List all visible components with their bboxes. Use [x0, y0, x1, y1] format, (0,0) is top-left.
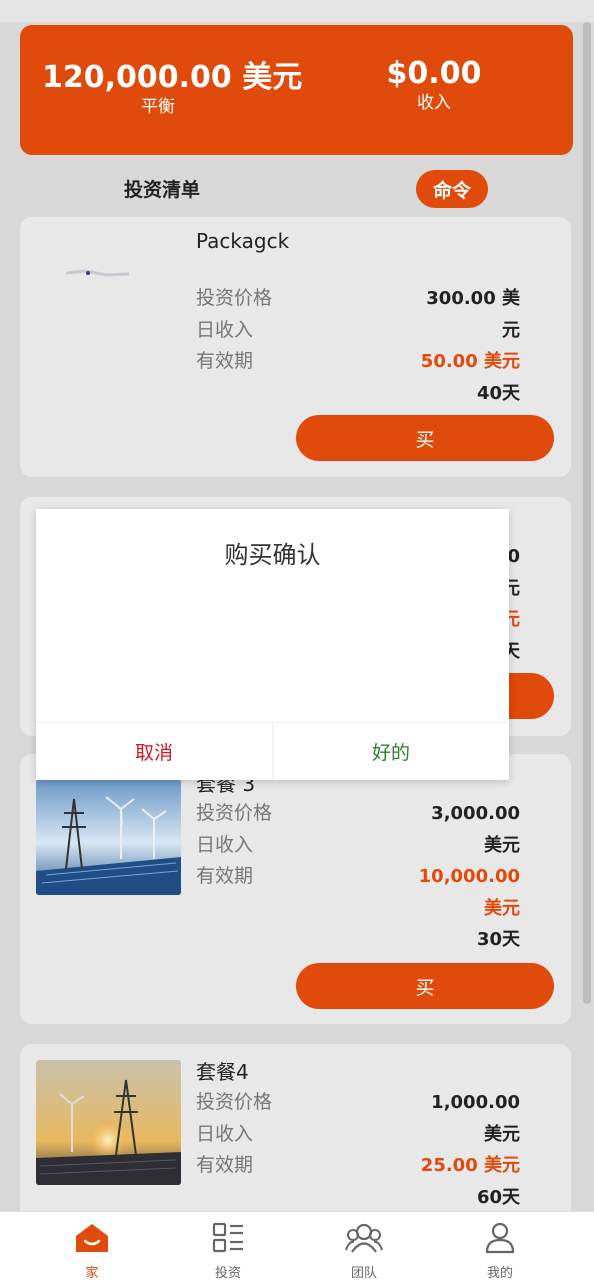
tab-mine-label: 我的	[486, 1266, 513, 1281]
daily-income-label: 日收入	[196, 1122, 254, 1145]
bottom-tab-bar: 家 投资 团队 我的	[0, 1211, 594, 1285]
home-icon	[76, 1224, 108, 1252]
team-icon	[345, 1223, 383, 1253]
order-button[interactable]: 命令	[416, 170, 488, 208]
scrollbar[interactable]	[583, 22, 591, 1004]
price-value: 1,000.00	[431, 1092, 520, 1113]
price-unit: 元	[502, 319, 520, 341]
user-icon	[485, 1222, 515, 1254]
package-image	[36, 233, 181, 358]
validity-label: 有效期	[196, 1154, 254, 1176]
package-labels: 投资价格 日收入 有效期	[196, 798, 272, 893]
buy-button[interactable]: 买	[296, 963, 554, 1009]
tab-invest-label: 投资	[214, 1266, 241, 1281]
tab-team[interactable]: 团队	[290, 1212, 438, 1285]
validity-value: 40天	[476, 382, 520, 404]
account-summary-card: 120,000.00 美元 平衡 $0.00 收入	[20, 25, 573, 155]
package-values: 3,000.00 美元 10,000.00 美元 30天	[380, 798, 520, 956]
income-value: $0.00	[386, 56, 482, 91]
purchase-confirm-dialog: 购买确认 取消 好的	[36, 509, 509, 780]
dialog-title: 购买确认	[224, 541, 321, 569]
package-title: Packagck	[196, 229, 290, 253]
balance-value: 120,000.00 美元	[42, 60, 303, 95]
daily-income-unit: 美元	[484, 897, 520, 919]
package-card: 套餐 3 投资价格 日收入 有效期 3,000.00 美元 10,000.00 …	[20, 754, 571, 1024]
validity-label: 有效期	[196, 350, 254, 372]
daily-income-value: 50.00 美元	[420, 351, 520, 372]
tab-home[interactable]: 家	[18, 1212, 166, 1285]
price-label: 投资价格	[196, 1091, 273, 1113]
tab-home-label: 家	[85, 1266, 99, 1281]
price-unit: 美元	[484, 834, 520, 856]
package-image	[36, 779, 181, 895]
status-bar	[0, 0, 594, 22]
package-title: 套餐4	[196, 1060, 249, 1084]
cancel-button[interactable]: 取消	[36, 723, 272, 780]
daily-income-label: 日收入	[196, 833, 254, 856]
ok-button[interactable]: 好的	[273, 723, 509, 780]
price-unit: 美元	[484, 1123, 520, 1145]
package-labels: 投资价格 日收入 有效期	[196, 283, 272, 378]
investment-list-title: 投资清单	[124, 179, 201, 201]
package-labels: 投资价格 日收入 有效期	[196, 1087, 272, 1182]
income-label: 收入	[417, 93, 451, 113]
validity-value: 30天	[476, 929, 520, 950]
invest-list-icon	[212, 1222, 243, 1253]
price-label: 投资价格	[196, 802, 273, 824]
balance-label: 平衡	[141, 97, 175, 117]
price-value: 3,000.00	[431, 803, 520, 824]
daily-income-label: 日收入	[196, 318, 254, 341]
package-values: 1,000.00 美元 25.00 美元 60天	[380, 1087, 520, 1213]
tab-team-label: 团队	[350, 1266, 377, 1281]
package-card: Packagck 投资价格 日收入 有效期 300.00 美 元 50.00 美…	[20, 217, 571, 477]
tab-invest[interactable]: 投资	[154, 1212, 302, 1285]
package-image	[36, 1060, 181, 1185]
daily-income-value: 25.00 美元	[420, 1155, 520, 1176]
buy-button[interactable]: 买	[296, 415, 554, 461]
price-label: 投资价格	[196, 287, 273, 309]
price-value: 300.00 美	[426, 288, 520, 309]
validity-value: 60天	[476, 1186, 520, 1208]
validity-label: 有效期	[196, 865, 254, 887]
daily-income-value: 10,000.00	[418, 866, 520, 887]
tab-mine[interactable]: 我的	[426, 1212, 574, 1285]
income-block: $0.00 收入	[370, 57, 498, 114]
balance-block: 120,000.00 美元 平衡	[42, 60, 303, 118]
package-values: 300.00 美 元 50.00 美元 40天	[380, 283, 520, 409]
